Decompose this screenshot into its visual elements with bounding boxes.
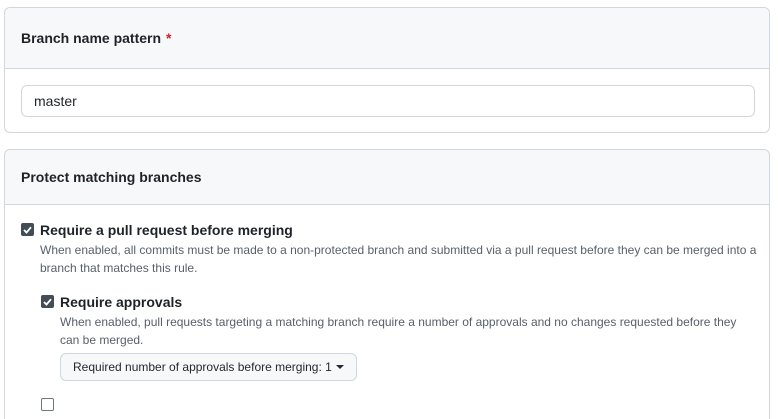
branch-name-pattern-panel: Branch name pattern * [4,7,770,133]
require-pull-request-label[interactable]: Require a pull request before merging [40,222,293,238]
protect-matching-branches-panel: Protect matching branches Require a pull… [4,149,770,419]
require-pull-request-checkbox[interactable] [21,223,34,236]
require-approvals-label[interactable]: Require approvals [60,294,182,310]
require-approvals-description: When enabled, pull requests targeting a … [60,315,737,347]
checkmark-icon [43,298,52,306]
branch-name-pattern-input[interactable] [21,85,755,117]
branch-name-pattern-label: Branch name pattern [21,30,162,46]
caret-down-icon [335,365,344,369]
require-pull-request-description: When enabled, all commits must be made t… [40,243,757,275]
required-approvals-dropdown[interactable]: Required number of approvals before merg… [60,353,357,381]
next-option-checkbox[interactable] [41,398,54,411]
required-asterisk: * [166,30,172,46]
branch-name-pattern-header: Branch name pattern * [5,8,769,69]
protect-matching-branches-title: Protect matching branches [21,169,202,185]
protect-matching-branches-header: Protect matching branches [5,150,769,205]
checkmark-icon [23,226,32,234]
require-approvals-checkbox[interactable] [41,295,54,308]
required-approvals-dropdown-label: Required number of approvals before merg… [73,360,332,374]
